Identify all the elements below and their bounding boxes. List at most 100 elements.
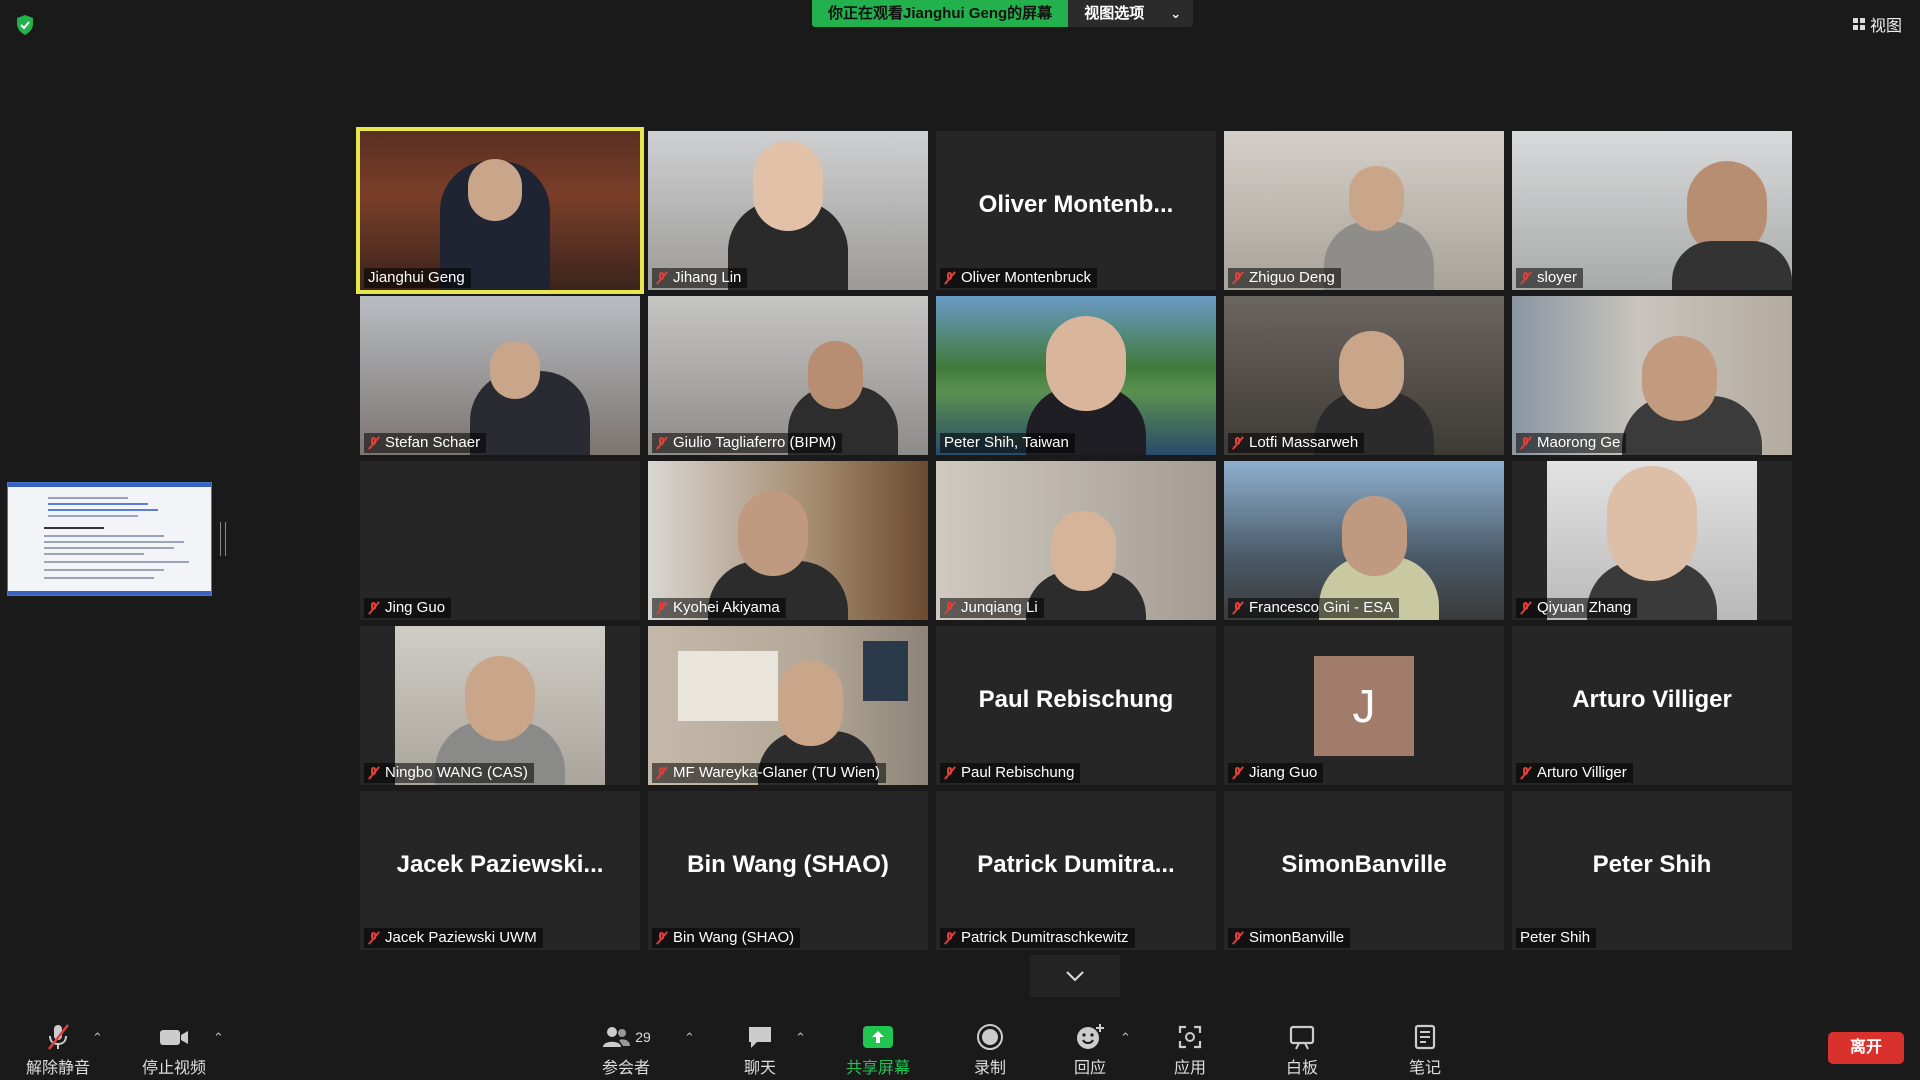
view-options-label: 视图选项 xyxy=(1084,5,1145,22)
participant-name-label: Oliver Montenbruck xyxy=(940,268,1098,288)
participant-tile[interactable]: Paul Rebischung Paul Rebischung xyxy=(936,626,1216,785)
whiteboard-icon xyxy=(1289,1025,1315,1050)
participant-tile[interactable]: sloyer xyxy=(1512,131,1792,290)
video-options-caret[interactable]: ⌃ xyxy=(213,1030,224,1046)
participant-tile[interactable]: Francesco Gini - ESA xyxy=(1224,461,1504,620)
participant-name-label: Jianghui Geng xyxy=(364,268,471,288)
participants-icon xyxy=(603,1027,631,1047)
thumbnail-resize-handle[interactable] xyxy=(220,522,226,556)
participant-video xyxy=(395,626,605,785)
participant-name-label: Junqiang Li xyxy=(940,598,1044,618)
participants-options-caret[interactable]: ⌃ xyxy=(684,1030,695,1046)
share-banner-text: 你正在观看Jianghui Geng的屏幕 xyxy=(812,0,1069,27)
participant-video xyxy=(360,296,640,455)
view-button-label: 视图 xyxy=(1869,18,1902,35)
participant-tile[interactable]: J Jiang Guo xyxy=(1224,626,1504,785)
emoji-reaction-icon xyxy=(1077,1024,1104,1049)
muted-mic-icon xyxy=(656,931,668,945)
participant-name-label: Ningbo WANG (CAS) xyxy=(364,763,534,783)
stop-video-label: 停止视频 xyxy=(141,1060,206,1077)
participant-tile[interactable]: Lotfi Massarweh xyxy=(1224,296,1504,455)
chevron-down-icon xyxy=(1066,971,1084,982)
leave-meeting-button[interactable]: 离开 xyxy=(1828,1032,1904,1064)
shield-icon[interactable] xyxy=(14,14,36,36)
view-button[interactable]: 视图 xyxy=(1852,12,1902,36)
participant-video xyxy=(360,131,640,290)
audio-options-caret[interactable]: ⌃ xyxy=(92,1030,103,1046)
reactions-button[interactable]: 回应 xyxy=(1060,1022,1120,1078)
muted-mic-icon xyxy=(944,601,956,615)
share-screen-label: 共享屏幕 xyxy=(845,1060,910,1077)
participant-name-label: Jing Guo xyxy=(364,598,452,618)
participant-tile[interactable]: Jihang Lin xyxy=(648,131,928,290)
participant-tile[interactable]: Qiyuan Zhang xyxy=(1512,461,1792,620)
participant-tile[interactable]: Maorong Ge xyxy=(1512,296,1792,455)
participant-tile[interactable]: Zhiguo Deng xyxy=(1224,131,1504,290)
participant-name-label: Jiang Guo xyxy=(1228,763,1324,783)
muted-mic-icon xyxy=(1232,271,1244,285)
participant-name-label: MF Wareyka-Glaner (TU Wien) xyxy=(652,763,886,783)
apps-button[interactable]: 应用 xyxy=(1160,1022,1220,1078)
participant-tile[interactable]: Peter Shih, Taiwan xyxy=(936,296,1216,455)
participant-tile[interactable]: MF Wareyka-Glaner (TU Wien) xyxy=(648,626,928,785)
stop-video-button[interactable]: 停止视频 xyxy=(138,1022,210,1078)
participant-name-label: Arturo Villiger xyxy=(1516,763,1633,783)
shared-screen-thumbnail[interactable] xyxy=(7,482,212,596)
whiteboard-button[interactable]: 白板 xyxy=(1272,1022,1332,1078)
participant-video xyxy=(1512,296,1792,455)
participant-tile[interactable]: Patrick Dumitra... Patrick Dumitraschkew… xyxy=(936,791,1216,950)
participant-tile[interactable]: Arturo Villiger Arturo Villiger xyxy=(1512,626,1792,785)
participant-name-label: SimonBanville xyxy=(1228,928,1351,948)
participant-tile[interactable]: Bin Wang (SHAO) Bin Wang (SHAO) xyxy=(648,791,928,950)
participant-name-label: Paul Rebischung xyxy=(940,763,1081,783)
grid-view-icon xyxy=(1852,18,1865,30)
unmute-label: 解除静音 xyxy=(25,1060,90,1077)
record-button[interactable]: 录制 xyxy=(960,1022,1020,1078)
muted-mic-icon xyxy=(656,271,668,285)
chevron-down-icon: ⌄ xyxy=(1170,6,1182,21)
participant-tile[interactable]: Stefan Schaer xyxy=(360,296,640,455)
participant-video xyxy=(648,461,928,620)
muted-mic-icon xyxy=(368,931,380,945)
participant-video xyxy=(648,296,928,455)
muted-mic-icon xyxy=(944,766,956,780)
participants-button[interactable]: 29 参会者 xyxy=(590,1022,662,1078)
participant-tile[interactable]: Jing Guo xyxy=(360,461,640,620)
participant-video xyxy=(936,461,1216,620)
participant-name-label: Lotfi Massarweh xyxy=(1228,433,1365,453)
participant-tile[interactable]: Junqiang Li xyxy=(936,461,1216,620)
view-options-button[interactable]: 视图选项 ⌄ xyxy=(1068,0,1194,27)
unmute-button[interactable]: 解除静音 xyxy=(22,1022,94,1078)
chat-button[interactable]: 聊天 xyxy=(730,1022,790,1078)
muted-mic-icon xyxy=(1520,601,1532,615)
gallery-scroll-down-button[interactable] xyxy=(1030,955,1120,997)
participant-tile[interactable]: Peter Shih Peter Shih xyxy=(1512,791,1792,950)
participant-tile[interactable]: Ningbo WANG (CAS) xyxy=(360,626,640,785)
muted-mic-icon xyxy=(1232,931,1244,945)
muted-mic-icon xyxy=(944,271,956,285)
participant-tile[interactable]: Giulio Tagliaferro (BIPM) xyxy=(648,296,928,455)
muted-mic-icon xyxy=(368,766,380,780)
participant-video xyxy=(648,626,928,785)
participant-tile[interactable]: Jianghui Geng xyxy=(356,127,644,294)
participant-name-label: sloyer xyxy=(1516,268,1584,288)
muted-mic-icon xyxy=(1520,271,1532,285)
participant-name-label: Kyohei Akiyama xyxy=(652,598,786,618)
muted-mic-icon xyxy=(656,436,668,450)
participant-avatar: J xyxy=(1314,656,1414,756)
participant-tile[interactable]: Oliver Montenb... Oliver Montenbruck xyxy=(936,131,1216,290)
participant-tile[interactable]: Kyohei Akiyama xyxy=(648,461,928,620)
participant-display-name: Oliver Montenb... xyxy=(978,191,1174,218)
apps-icon xyxy=(1178,1025,1202,1049)
participant-display-name: Jacek Paziewski... xyxy=(396,851,604,878)
reactions-options-caret[interactable]: ⌃ xyxy=(1120,1030,1131,1046)
participant-tile[interactable]: Jacek Paziewski... Jacek Paziewski UWM xyxy=(360,791,640,950)
share-screen-button[interactable]: 共享屏幕 xyxy=(842,1022,914,1078)
chat-options-caret[interactable]: ⌃ xyxy=(795,1030,806,1046)
participant-name-label: Patrick Dumitraschkewitz xyxy=(940,928,1135,948)
notes-button[interactable]: 笔记 xyxy=(1395,1022,1455,1078)
participant-video xyxy=(936,296,1216,455)
participant-tile[interactable]: SimonBanville SimonBanville xyxy=(1224,791,1504,950)
participant-name-label: Stefan Schaer xyxy=(364,433,487,453)
screen-share-banner: 你正在观看Jianghui Geng的屏幕 视图选项 ⌄ xyxy=(812,0,1194,27)
